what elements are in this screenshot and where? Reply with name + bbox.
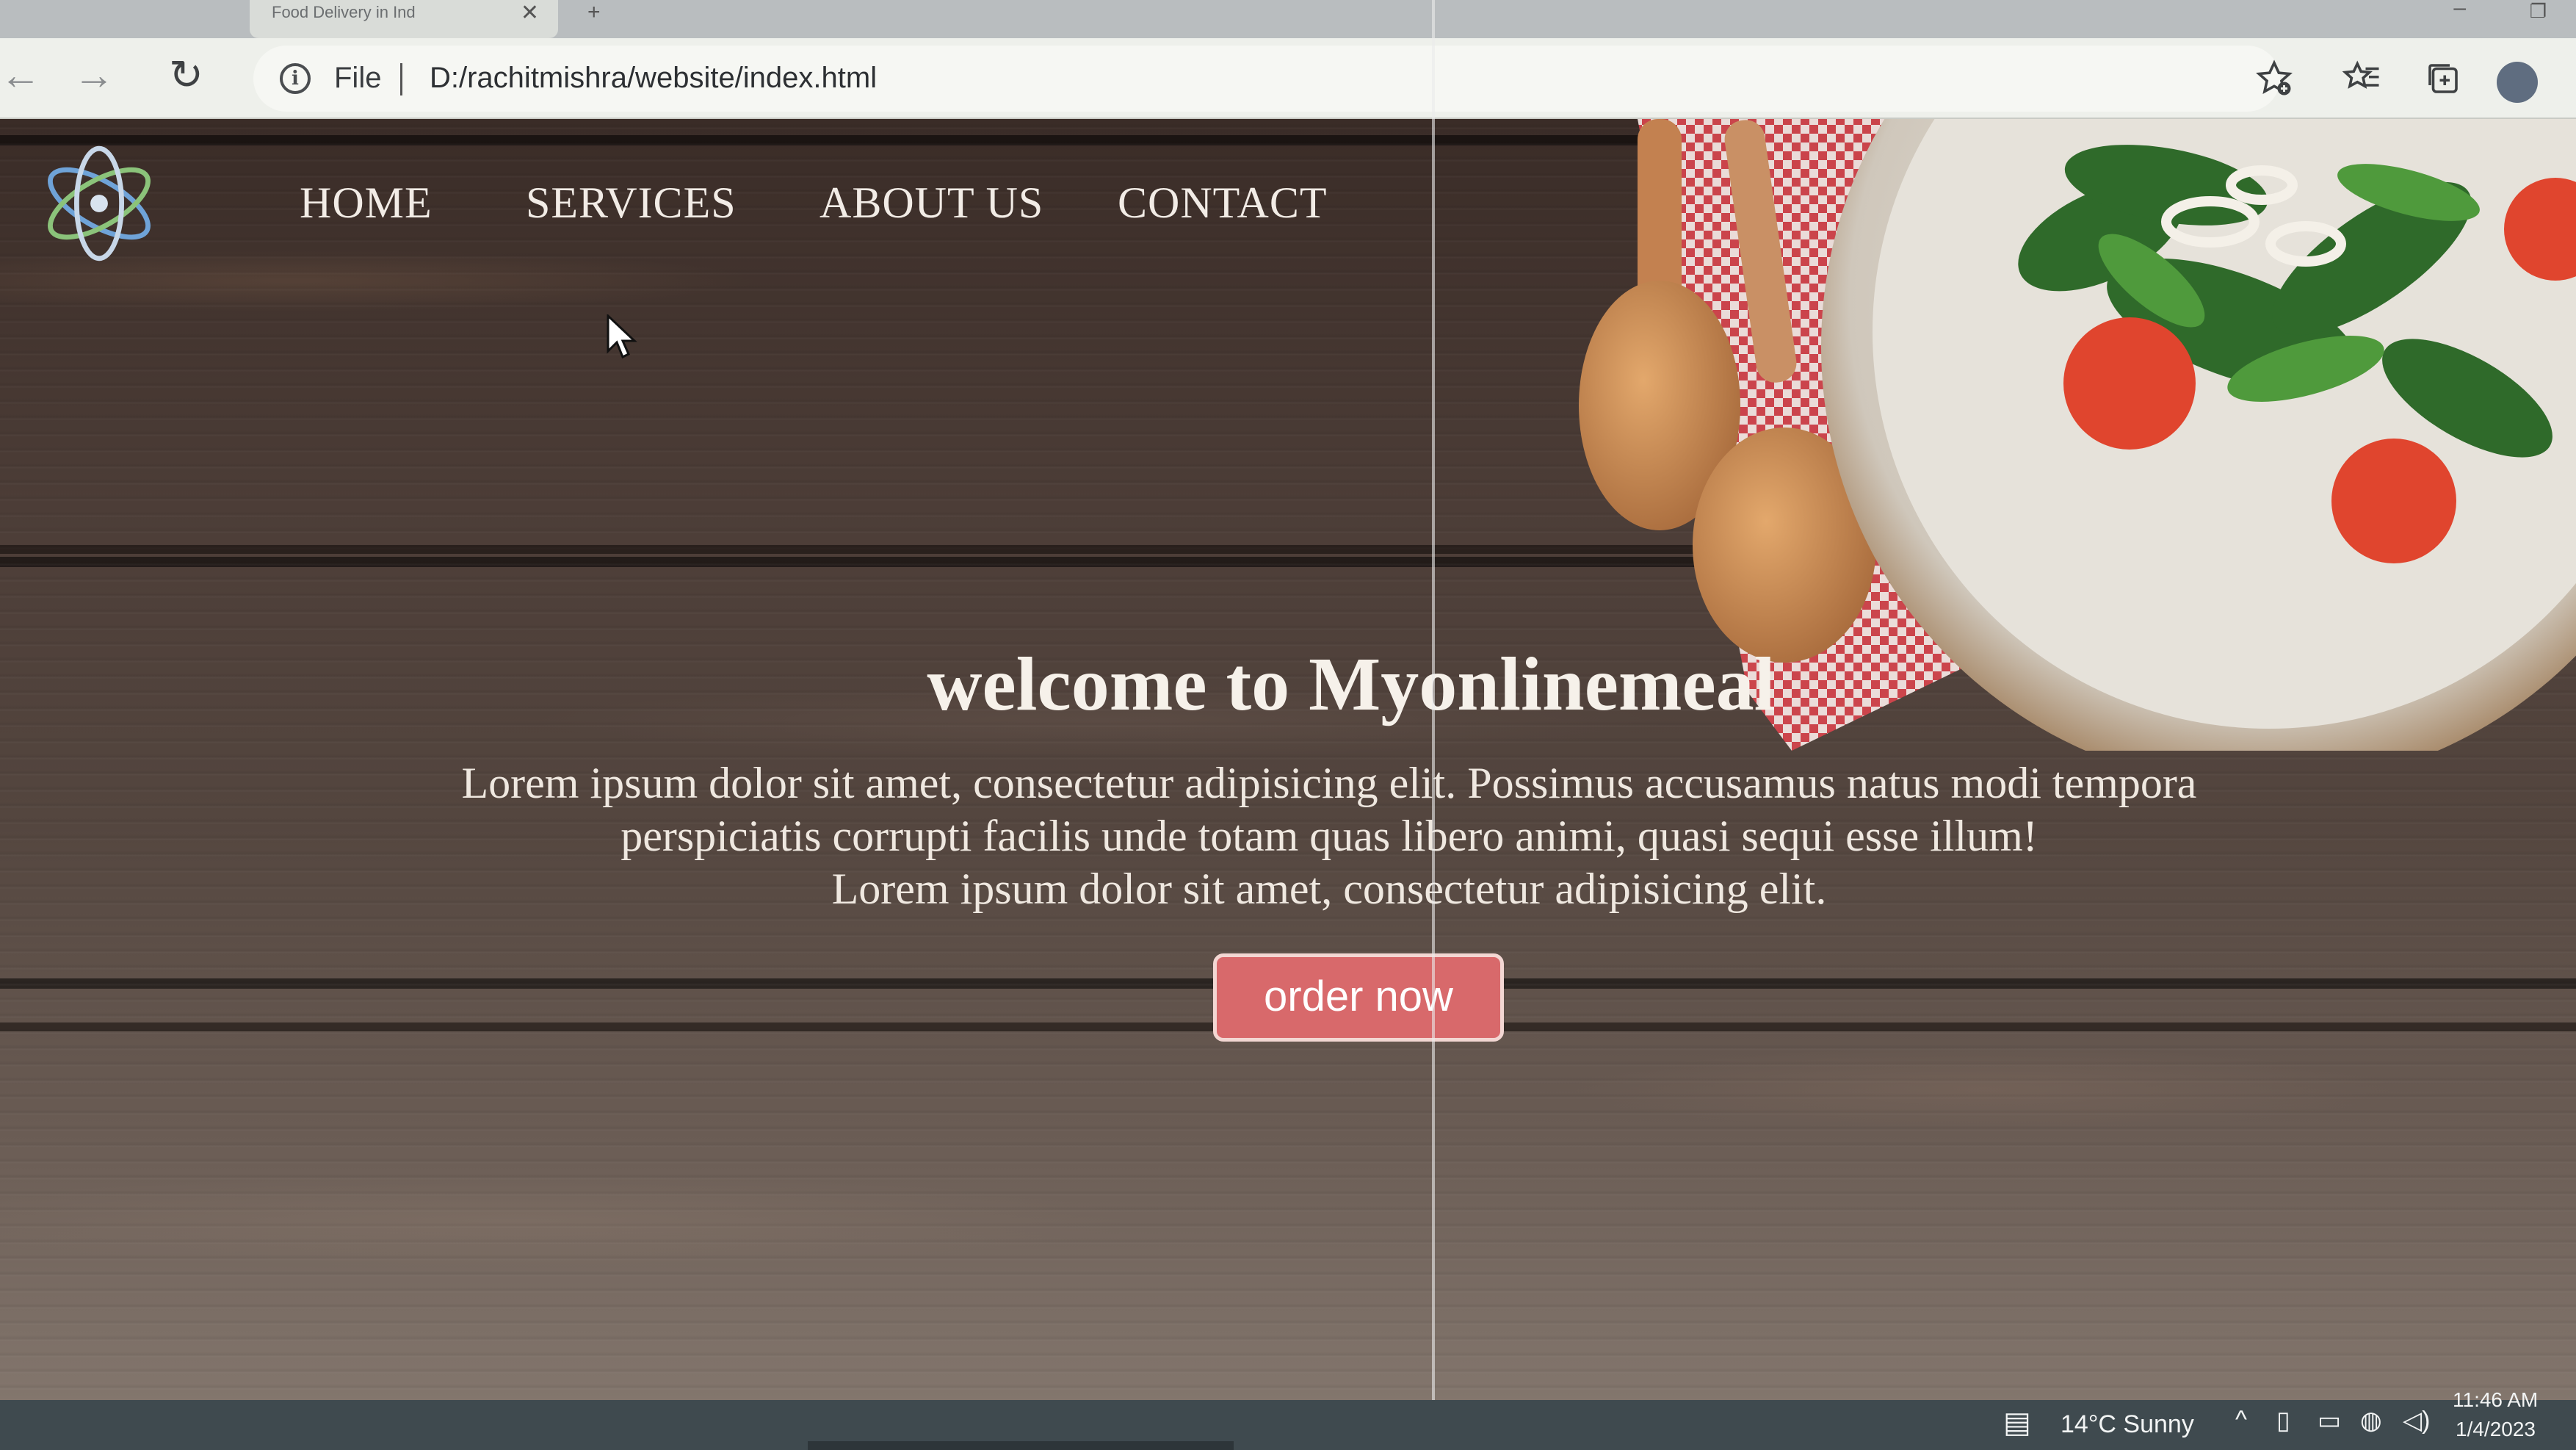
weather-text[interactable]: 14°C Sunny [2061,1410,2194,1439]
site-logo-icon [48,145,151,261]
active-tab[interactable]: Food Delivery in Ind ✕ [250,0,558,38]
nav-link-contact[interactable]: CONTACT [1118,178,1328,228]
clock-time[interactable]: 11:46 AM [2453,1388,2538,1412]
order-now-button[interactable]: order now [1213,953,1504,1042]
favorites-icon[interactable] [2342,59,2382,107]
info-icon[interactable]: i [280,63,311,94]
address-separator [400,63,402,95]
screen-crack-line [1432,0,1435,1450]
forward-icon[interactable]: → [73,54,115,95]
nav-link-about-us[interactable]: ABOUT US [820,178,1043,228]
mouse-cursor-icon [607,314,637,359]
restore-window-icon[interactable]: ❐ [2530,0,2547,23]
back-icon[interactable]: ← [0,54,41,95]
profile-icon[interactable] [2497,62,2538,103]
scheme-label: File [334,62,382,94]
tab-strip: Food Delivery in Ind ✕ + – ❐ [0,0,2576,38]
reload-icon[interactable]: ↻ [169,54,203,95]
add-favorite-icon[interactable] [2254,59,2294,107]
url-text[interactable]: D:/rachitmishra/website/index.html [430,62,877,95]
taskbar-app-indicator[interactable] [808,1441,1234,1450]
web-page: HOME SERVICES ABOUT US CONTACT welcome t… [0,119,2576,1400]
tab-title: Food Delivery in Ind [272,3,416,21]
meet-now-icon[interactable]: ▯ [2276,1406,2290,1435]
nav-link-home[interactable]: HOME [300,178,433,228]
hero-text-line: Lorem ipsum dolor sit amet, consectetur … [461,759,2197,807]
close-tab-icon[interactable]: ✕ [521,0,539,26]
show-hidden-icons-icon[interactable]: ^ [2235,1406,2247,1435]
weather-widget-icon[interactable]: ▤ [2003,1406,2031,1440]
network-globe-icon[interactable]: ◍ [2360,1406,2382,1435]
taskbar: ▤ 14°C Sunny ^ ▯ ▭ ◍ ◁) 11:46 AM 1/4/202… [0,1388,2576,1450]
minimize-icon[interactable]: – [2453,0,2466,21]
nav-link-services[interactable]: SERVICES [526,178,737,228]
hero-title: welcome to Myonlinemeal [927,642,1776,726]
address-bar[interactable]: i File D:/rachitmishra/website/index.htm… [253,46,2280,112]
hero-text-line: Lorem ipsum dolor sit amet, consectetur … [831,865,1827,913]
browser-toolbar: ← → ↻ i File D:/rachitmishra/website/ind… [0,38,2576,119]
new-tab-icon[interactable]: + [587,0,601,25]
clock-date[interactable]: 1/4/2023 [2456,1418,2536,1441]
volume-icon[interactable]: ◁) [2403,1406,2430,1435]
hero-text-line: perspiciatis corrupti facilis unde totam… [621,812,2038,860]
battery-icon[interactable]: ▭ [2318,1406,2341,1435]
collections-icon[interactable] [2423,59,2463,107]
